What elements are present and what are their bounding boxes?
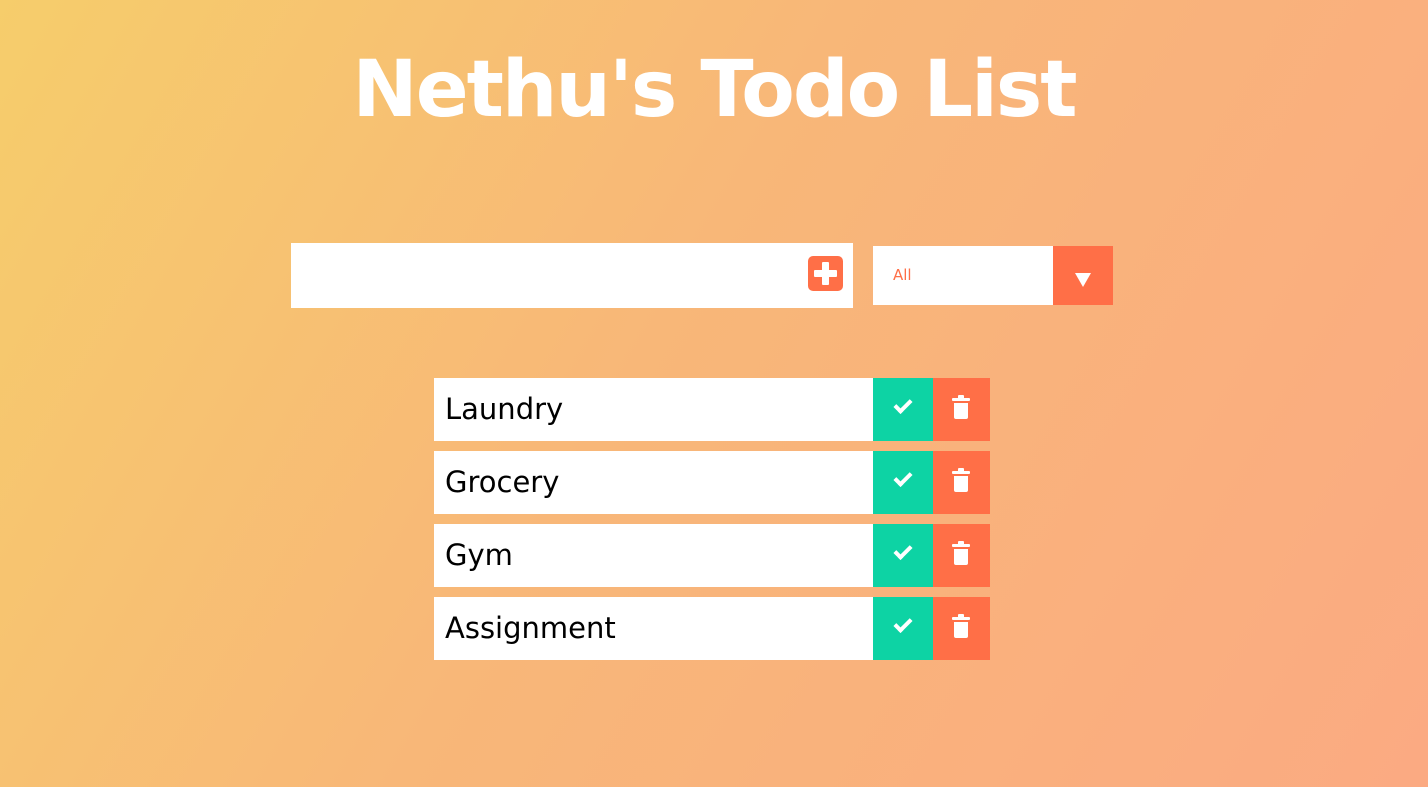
todo-item: Laundry (434, 378, 990, 441)
todo-input[interactable] (291, 243, 796, 308)
delete-button[interactable] (933, 597, 990, 660)
check-icon (893, 540, 913, 561)
todo-list: Laundry Grocery Gym Assignment (434, 378, 990, 670)
complete-button[interactable] (873, 597, 933, 660)
check-icon (893, 613, 913, 634)
todo-item-text: Laundry (434, 378, 873, 441)
filter-select[interactable]: All (873, 246, 1113, 305)
delete-button[interactable] (933, 524, 990, 587)
todo-item: Grocery (434, 451, 990, 514)
todo-item: Gym (434, 524, 990, 587)
check-icon (893, 394, 913, 415)
filter-dropdown-toggle[interactable] (1053, 246, 1113, 305)
caret-down-icon (1075, 273, 1091, 287)
todo-item-text: Grocery (434, 451, 873, 514)
todo-item: Assignment (434, 597, 990, 660)
complete-button[interactable] (873, 378, 933, 441)
page-title: Nethu's Todo List (352, 45, 1077, 135)
complete-button[interactable] (873, 524, 933, 587)
complete-button[interactable] (873, 451, 933, 514)
delete-button[interactable] (933, 451, 990, 514)
delete-button[interactable] (933, 378, 990, 441)
filter-selected-value: All (893, 266, 912, 284)
check-icon (893, 467, 913, 488)
add-todo-button[interactable] (808, 256, 843, 291)
todo-item-text: Gym (434, 524, 873, 587)
todo-item-text: Assignment (434, 597, 873, 660)
todo-form (291, 243, 853, 308)
